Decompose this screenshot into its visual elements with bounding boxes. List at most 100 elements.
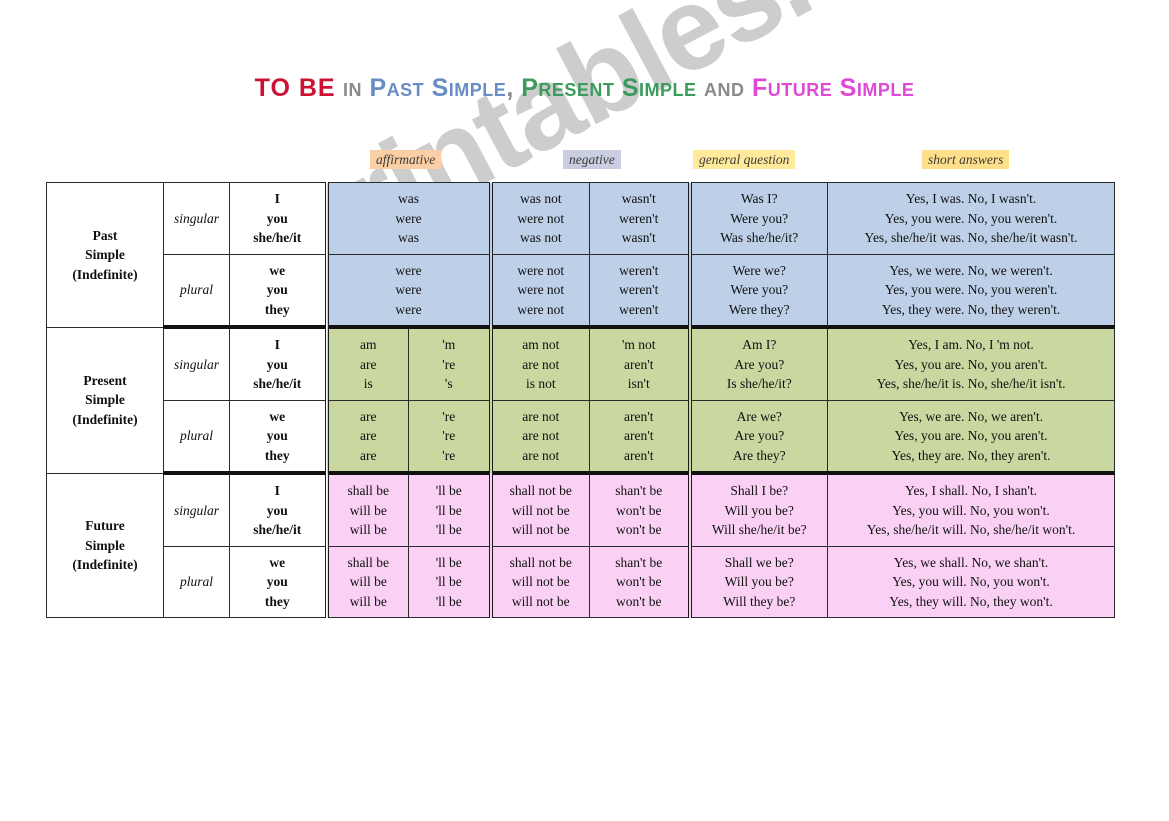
short-answer-stack: Yes, we shall. No, we shan't. Yes, you w… [828,548,1114,617]
pronoun: she/he/it [253,230,302,245]
past-line-1: Past [92,227,118,243]
negative-full-stack: shall not be will not be will not be [493,548,590,617]
title-and: and [703,74,745,102]
negative-full-plural-past: were not were not were not [488,253,591,329]
negative-full-stack: were not were not were not [493,256,590,325]
affirmative-plural-past: were were were [324,253,492,329]
short-answer-stack: Yes, I shall. No, I shan't. Yes, you wil… [828,476,1114,545]
verb-form: will not be [511,522,570,537]
negative-short-stack: 'm not aren't isn't [590,330,688,399]
verb-form: shall be [347,554,390,570]
verb-form: was not [519,230,562,245]
tag-general-question: general question [693,150,796,169]
number-plural-present: plural [163,399,230,475]
question-stack: Are we? Are you? Are they? [692,402,828,471]
question-singular-present: Am I? Are you? Is she/he/it? [687,326,829,401]
verb-form: weren't [619,282,659,297]
negative-full-singular-past: was not were not was not [488,182,591,255]
short-answer: Yes, they were. No, they weren't. [881,301,1061,317]
title-future-simple: Future Simple [751,74,915,102]
pronoun: you [266,282,288,297]
pronouns-singular-present: I you she/he/it [229,326,327,401]
verb-form: 're [442,428,456,443]
negative-full-plural-present: are not are not are not [488,399,591,475]
verb-form: were [395,282,422,297]
pronoun-stack: we you they [230,255,325,326]
verb-form: is not [525,376,556,391]
affirmative-stack: was were was [329,183,489,254]
short-answer-stack: Yes, we are. No, we aren't. Yes, you are… [828,402,1114,471]
negative-short-stack: shan't be won't be won't be [590,548,688,617]
question-form: Will you be? [724,502,794,518]
question-stack: Was I? Were you? Was she/he/it? [692,184,828,253]
pronoun: we [269,408,286,424]
negative-full-plural-future: shall not be will not be will not be [488,545,591,618]
affirmative-full-stack: am are is [329,330,409,399]
verb-form: shan't be [615,483,663,498]
affirmative-short-singular-present: 'm 're 's [407,326,492,401]
short-answers-singular-present: Yes, I am. No, I 'm not. Yes, you are. N… [827,326,1116,401]
tag-affirmative: affirmative [370,150,442,169]
verb-form: was [398,191,419,206]
question-form: Were we? [732,262,786,278]
tense-label-present-text: Present Simple (Indefinite) [47,365,163,436]
title-past-simple: Past Simple [369,74,507,102]
question-form: Were you? [730,210,789,226]
verb-form: were not [517,262,565,278]
negative-full-stack: shall not be will not be will not be [493,476,590,545]
verb-form: were not [517,301,565,317]
question-form: Will you be? [724,574,794,589]
negative-short-plural-present: aren't aren't aren't [589,399,691,475]
pronoun: I [274,191,280,206]
short-answer-stack: Yes, I am. No, I 'm not. Yes, you are. N… [828,330,1114,399]
negative-full-singular-future: shall not be will not be will not be [488,472,591,547]
verb-form: are not [522,447,560,463]
question-form: Shall I be? [730,483,789,498]
verb-form: aren't [624,408,654,424]
short-answer: Yes, I was. No, I wasn't. [905,191,1037,206]
affirmative-full-stack: shall be will be will be [329,476,409,545]
question-form: Are they? [732,447,786,463]
verb-form: am [360,337,377,352]
verb-form: shan't be [615,554,663,570]
verb-form: will be [349,522,387,537]
verb-form: shall not be [509,554,572,570]
affirmative-short-plural-present: 're 're 're [407,399,492,475]
short-answer: Yes, they are. No, they aren't. [891,447,1051,463]
affirmative-full-singular-present: am are is [324,326,409,401]
present-line-2: Simple [85,392,125,408]
pronoun: we [269,262,286,278]
question-plural-past: Were we? Were you? Were they? [687,253,829,329]
question-form: Was I? [740,191,778,206]
future-line-3: (Indefinite) [72,557,138,572]
negative-short-singular-future: shan't be won't be won't be [589,472,691,547]
pronoun: you [266,574,288,589]
verb-form: will not be [511,593,570,609]
verb-form: was not [519,191,562,206]
pronouns-singular-past: I you she/he/it [229,182,327,255]
column-header-tags: affirmative negative general question sh… [0,150,1169,174]
title-comma: , [506,74,514,102]
short-answer: Yes, they will. No, they won't. [889,593,1053,609]
question-form: Were they? [728,301,790,317]
tense-label-past-text: Past Simple (Indefinite) [47,220,163,291]
verb-form: 's [444,376,453,391]
short-answer: Yes, I am. No, I 'm not. [908,337,1034,352]
verb-form: weren't [619,262,659,278]
verb-form: was [398,230,419,245]
verb-form: are not [522,428,560,443]
pronoun: I [274,483,280,498]
negative-short-stack: shan't be won't be won't be [590,476,688,545]
short-answer: Yes, we are. No, we aren't. [899,408,1043,424]
question-singular-past: Was I? Were you? Was she/he/it? [687,182,829,255]
number-singular-present: singular [163,326,230,401]
verb-form: 'll be [435,483,462,498]
pronoun: we [269,554,286,570]
table-row: Future Simple (Indefinite) singular I yo… [46,472,1116,618]
question-form: Will she/he/it be? [711,522,807,537]
verb-form: 'll be [435,502,462,518]
verb-form: will not be [511,574,570,589]
verb-form: won't be [615,574,662,589]
table-row: Past Simple (Indefinite) singular I you … [46,182,1116,328]
pronoun: I [274,337,280,352]
